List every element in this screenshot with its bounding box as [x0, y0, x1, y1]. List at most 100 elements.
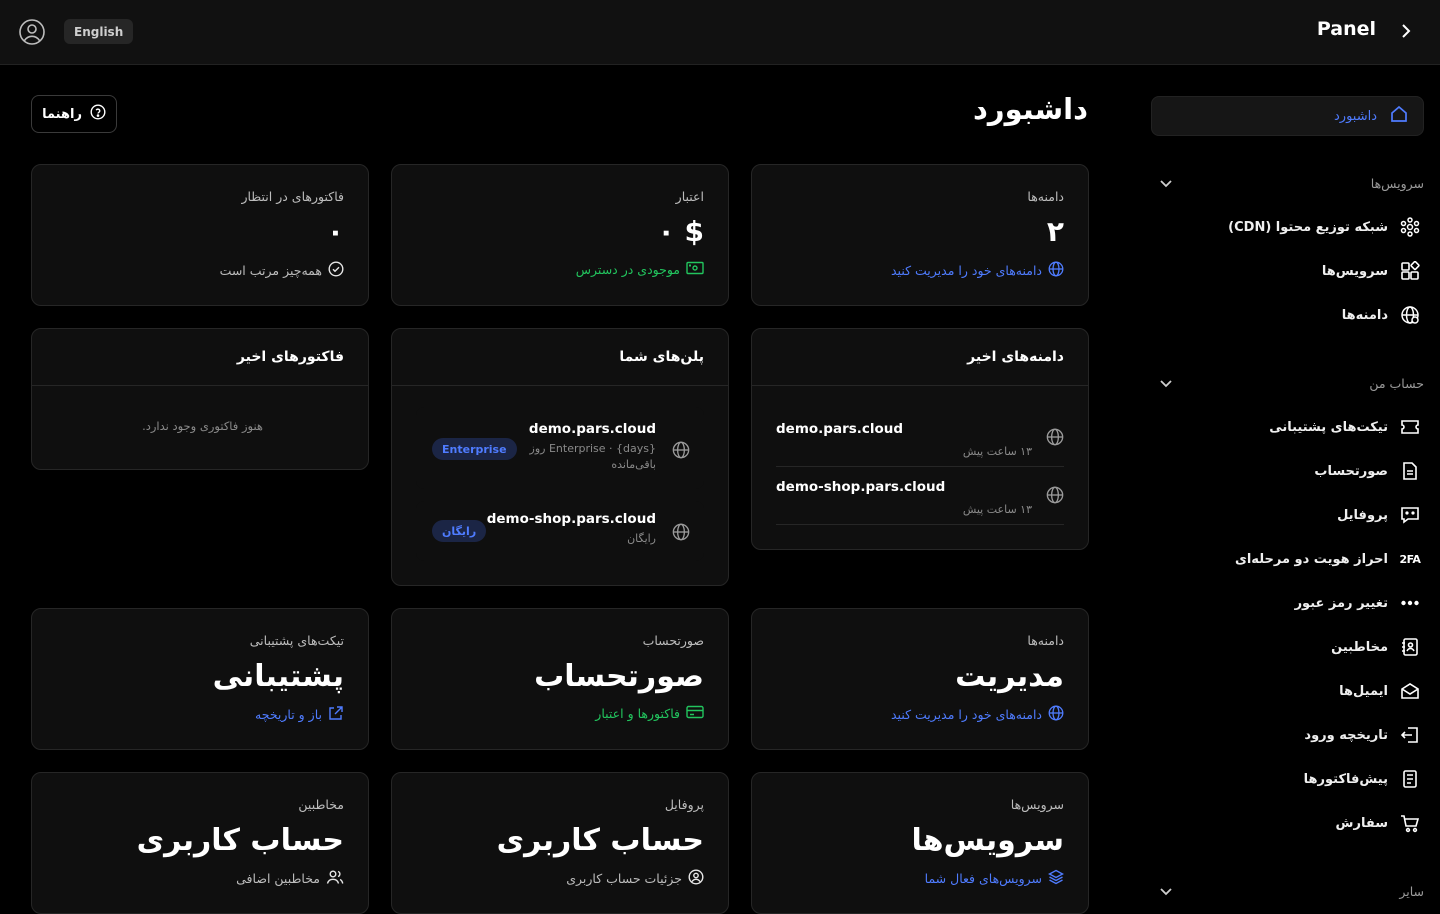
stat-value: ۰: [326, 215, 344, 248]
sidebar-item-domains[interactable]: دامنه‌ها: [1200, 300, 1424, 330]
recent-invoices-panel: فاکتورهای اخیر هنوز فاکتوری وجود ندارد.: [31, 328, 369, 470]
domain-time: ۱۳ ساعت پیش: [962, 445, 1032, 458]
plan-detail: Enterprise · {days} روز باقی‌مانده: [529, 442, 656, 471]
domains-quick-card[interactable]: دامنه‌ها مدیریت دامنه‌های خود را مدیریت …: [751, 608, 1089, 750]
active-services-link[interactable]: سرویس‌های فعال شما: [925, 869, 1064, 888]
users-icon: [326, 869, 344, 888]
sidebar-section-account[interactable]: حساب من: [1160, 373, 1424, 393]
plan-item[interactable]: demo-shop.pars.cloud رایگان رایگان: [416, 501, 704, 561]
sidebar-item-label: ایمیل‌ها: [1339, 683, 1388, 699]
2fa-icon: 2FA: [1399, 552, 1421, 566]
card-label: تیکت‌های پشتیبانی: [249, 633, 344, 648]
card-label: مخاطبین: [298, 797, 344, 812]
credit-card-icon: [686, 705, 704, 722]
stat-label: دامنه‌ها: [1027, 189, 1064, 204]
all-good-status: همه‌چیز مرتب است: [220, 261, 344, 280]
invoices-credit-link[interactable]: فاکتورها و اعتبار: [595, 705, 704, 722]
check-circle-icon: [328, 261, 344, 280]
credit-stat-card: اعتبار $ ۰ موجودی در دسترس: [391, 164, 729, 306]
plan-item[interactable]: demo.pars.cloud Enterprise · {days} روز …: [416, 407, 704, 489]
sidebar-item-label: تاریخچه ورود: [1304, 727, 1388, 743]
card-label: صورتحساب: [642, 633, 704, 648]
sidebar-item-order[interactable]: سفارش: [1200, 808, 1424, 838]
sidebar-item-services[interactable]: سرویس‌ها: [1200, 256, 1424, 286]
sidebar-item-label: داشبورد: [1334, 108, 1377, 124]
profile-icon: [1400, 505, 1420, 525]
cdn-icon: [1400, 217, 1420, 237]
chevron-right-icon[interactable]: [1396, 20, 1416, 42]
domain-name: demo.pars.cloud: [776, 421, 904, 437]
sidebar-item-billing[interactable]: صورتحساب: [1200, 456, 1424, 486]
home-icon: [1389, 104, 1409, 128]
chevron-down-icon: [1160, 884, 1172, 899]
domains-stat-card: دامنه‌ها ۲ دامنه‌های خود را مدیریت کنید: [751, 164, 1089, 306]
sidebar-section-services[interactable]: سرویس‌ها: [1160, 173, 1424, 193]
sidebar-item-contacts[interactable]: مخاطبین: [1200, 632, 1424, 662]
language-switch-button[interactable]: English: [64, 19, 134, 44]
user-account-icon[interactable]: [18, 18, 46, 46]
sidebar-item-login-history[interactable]: تاریخچه ورود: [1200, 720, 1424, 750]
stat-value: $ ۰: [657, 215, 704, 248]
sidebar-item-profile[interactable]: پروفایل: [1200, 500, 1424, 530]
contacts-quick-card[interactable]: مخاطبین حساب کاربری مخاطبین اضافی: [31, 772, 369, 914]
sidebar-section-other[interactable]: سایر: [1160, 881, 1424, 901]
card-heading: حساب کاربری: [136, 823, 344, 858]
globe-icon: [1400, 305, 1420, 325]
sidebar-item-cdn[interactable]: شبکه توزیع محتوا (CDN): [1200, 212, 1424, 242]
stat-value: ۲: [1046, 215, 1064, 248]
contacts-icon: [1400, 637, 1420, 657]
domain-row[interactable]: demo-shop.pars.cloud ۱۳ ساعت پیش: [776, 467, 1064, 525]
brand-title: Panel: [1316, 18, 1376, 40]
manage-domains-link[interactable]: دامنه‌های خود را مدیریت کنید: [891, 705, 1064, 724]
services-quick-card[interactable]: سرویس‌ها سرویس‌ها سرویس‌های فعال شما: [751, 772, 1089, 914]
sidebar-item-label: تیکت‌های پشتیبانی: [1269, 419, 1388, 435]
top-bar: English Panel: [0, 0, 1440, 65]
billing-quick-card[interactable]: صورتحساب صورتحساب فاکتورها و اعتبار: [391, 608, 729, 750]
login-history-icon: [1400, 725, 1420, 745]
email-icon: [1400, 681, 1420, 701]
globe-icon: [1046, 486, 1064, 508]
sidebar-item-label: سرویس‌ها: [1321, 263, 1388, 279]
plan-detail: رایگان: [627, 532, 656, 545]
cash-icon: [686, 261, 704, 278]
plan-badge: Enterprise: [432, 438, 517, 460]
extra-contacts-link[interactable]: مخاطبین اضافی: [236, 869, 344, 888]
user-circle-icon: [688, 869, 704, 888]
pending-invoices-stat-card: فاکتورهای در انتظار ۰ همه‌چیز مرتب است: [31, 164, 369, 306]
proforma-icon: [1400, 769, 1420, 789]
panel-title: فاکتورهای اخیر: [32, 329, 368, 386]
page-title: داشبورد: [973, 92, 1088, 126]
sidebar-item-emails[interactable]: ایمیل‌ها: [1200, 676, 1424, 706]
support-quick-card[interactable]: تیکت‌های پشتیبانی پشتیبانی باز و تاریخچه: [31, 608, 369, 750]
domain-row[interactable]: demo.pars.cloud ۱۳ ساعت پیش: [776, 409, 1064, 467]
section-label: حساب من: [1369, 375, 1424, 391]
domain-time: ۱۳ ساعت پیش: [962, 503, 1032, 516]
account-details-link[interactable]: جزئیات حساب کاربری: [566, 869, 704, 888]
card-heading: مدیریت: [955, 659, 1064, 694]
plan-badge: رایگان: [432, 520, 487, 542]
manage-domains-link[interactable]: دامنه‌های خود را مدیریت کنید: [891, 261, 1064, 280]
globe-icon: [1046, 428, 1064, 450]
sidebar-item-2fa[interactable]: 2FA احراز هویت دو مرحله‌ای: [1200, 544, 1424, 574]
card-label: سرویس‌ها: [1010, 797, 1064, 812]
cart-icon: [1400, 813, 1420, 833]
sidebar-item-label: پروفایل: [1337, 507, 1388, 523]
sidebar-item-proforma[interactable]: پیش‌فاکتورها: [1200, 764, 1424, 794]
help-button[interactable]: راهنما: [31, 95, 117, 133]
section-label: سایر: [1399, 883, 1424, 899]
external-link-icon: [328, 705, 344, 724]
tickets-history-link[interactable]: باز و تاریخچه: [255, 705, 344, 724]
profile-quick-card[interactable]: پروفایل حساب کاربری جزئیات حساب کاربری: [391, 772, 729, 914]
available-balance-link[interactable]: موجودی در دسترس: [576, 261, 704, 278]
globe-icon: [672, 523, 690, 545]
sidebar-item-dashboard[interactable]: داشبورد: [1151, 96, 1424, 136]
sidebar-item-tickets[interactable]: تیکت‌های پشتیبانی: [1200, 412, 1424, 442]
globe-icon: [672, 441, 690, 463]
apps-icon: [1400, 261, 1420, 281]
sidebar-item-label: شبکه توزیع محتوا (CDN): [1228, 219, 1388, 235]
card-label: پروفایل: [664, 797, 704, 812]
section-label: سرویس‌ها: [1370, 175, 1424, 191]
card-label: دامنه‌ها: [1027, 633, 1064, 648]
sidebar-item-change-password[interactable]: تغییر رمز عبور: [1200, 588, 1424, 618]
help-icon: [90, 104, 106, 124]
